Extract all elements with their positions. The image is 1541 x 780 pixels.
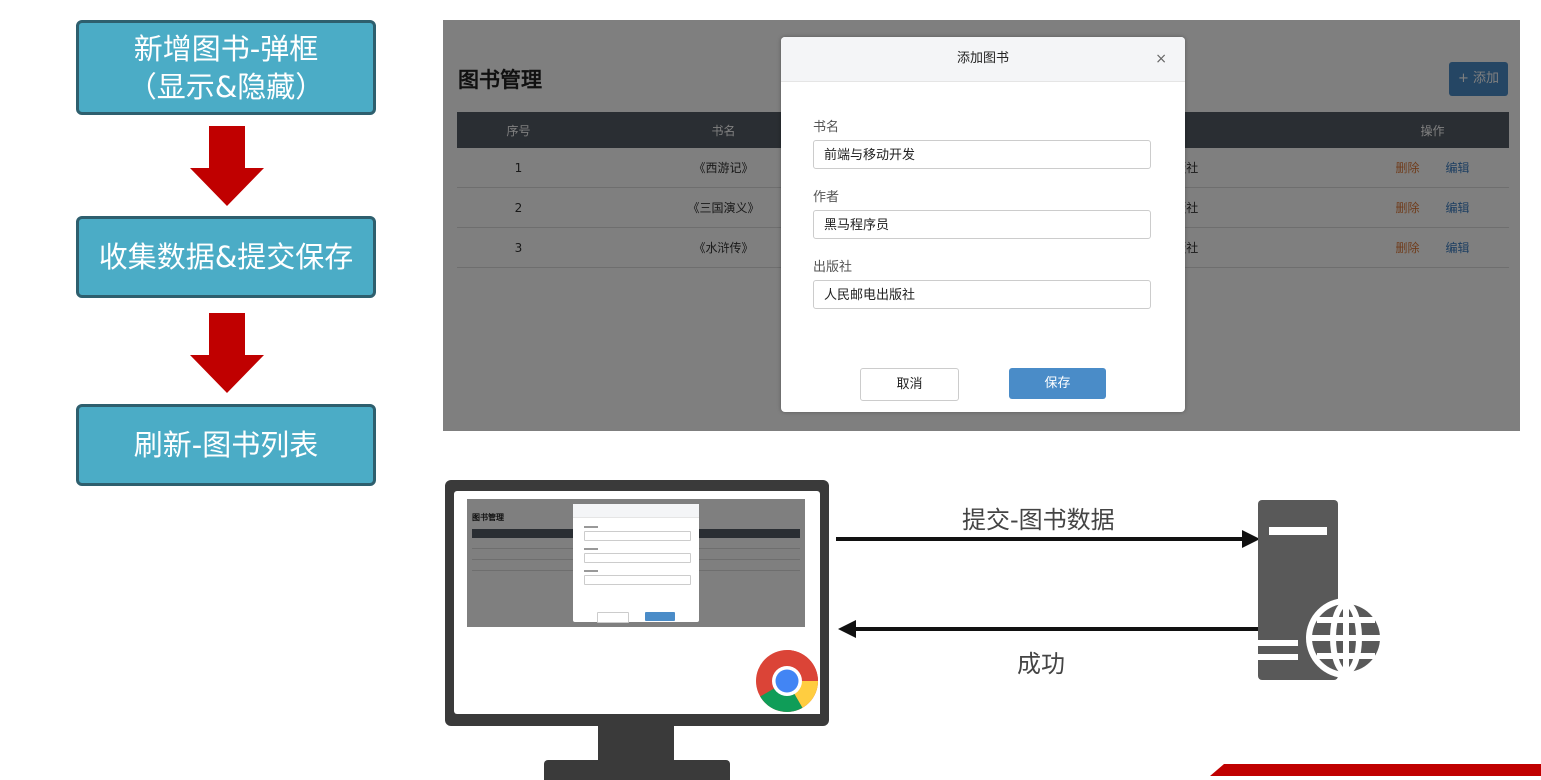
- step-refresh-list: 刷新-图书列表: [76, 404, 376, 486]
- step-2-line-1: 收集数据&提交保存: [98, 240, 354, 274]
- down-arrow-icon: [190, 126, 264, 206]
- cancel-button[interactable]: 取消: [860, 368, 959, 401]
- save-button[interactable]: 保存: [1009, 368, 1106, 399]
- author-input[interactable]: 黑马程序员: [813, 210, 1151, 239]
- step-1-line-2: （显示&隐藏）: [127, 69, 325, 104]
- request-response-arrows: [836, 530, 1260, 638]
- publisher-input[interactable]: 人民邮电出版社: [813, 280, 1151, 309]
- label-publisher: 出版社: [813, 260, 853, 275]
- thumbnail-cancel-button: [597, 612, 629, 623]
- thumbnail-input: [584, 553, 691, 563]
- step-3-line-1: 刷新-图书列表: [133, 428, 319, 462]
- book-management-screenshot: 图书管理 + 添加 序号 书名 出版社 操作 1 《西游记》 文学出版社 删除编…: [443, 20, 1520, 431]
- close-icon[interactable]: ×: [1155, 37, 1167, 81]
- thumbnail-modal-header: [573, 504, 699, 518]
- response-label: 成功: [1017, 650, 1065, 678]
- thumbnail-label: [584, 570, 598, 572]
- step-add-book-modal: 新增图书-弹框 （显示&隐藏）: [76, 20, 376, 115]
- thumbnail-save-button: [645, 612, 675, 621]
- down-arrow-icon: [190, 313, 264, 393]
- book-name-input[interactable]: 前端与移动开发: [813, 140, 1151, 169]
- modal-title: 添加图书: [956, 51, 1009, 66]
- step-1-line-1: 新增图书-弹框: [133, 31, 319, 66]
- thumbnail-input: [584, 531, 691, 541]
- label-book-name: 书名: [813, 120, 840, 135]
- response-arrow-head: [838, 620, 856, 638]
- thumbnail-modal: [573, 504, 699, 623]
- chrome-icon: [754, 648, 820, 714]
- label-author: 作者: [813, 190, 840, 205]
- server-icon: [1258, 500, 1386, 680]
- thumbnail-input: [584, 575, 691, 585]
- screenshot-thumbnail: 图书管理: [467, 499, 805, 627]
- step-collect-submit: 收集数据&提交保存: [76, 216, 376, 298]
- modal-header: 添加图书 ×: [781, 37, 1185, 82]
- monitor-base: [544, 760, 730, 780]
- corner-banner: [1210, 764, 1541, 776]
- thumbnail-label: [584, 526, 598, 528]
- thumbnail-label: [584, 548, 598, 550]
- request-label: 提交-图书数据: [962, 506, 1115, 534]
- add-book-modal: 添加图书 × 书名 前端与移动开发 作者 黑马程序员 出版社 人民邮电出版社 取…: [781, 37, 1185, 412]
